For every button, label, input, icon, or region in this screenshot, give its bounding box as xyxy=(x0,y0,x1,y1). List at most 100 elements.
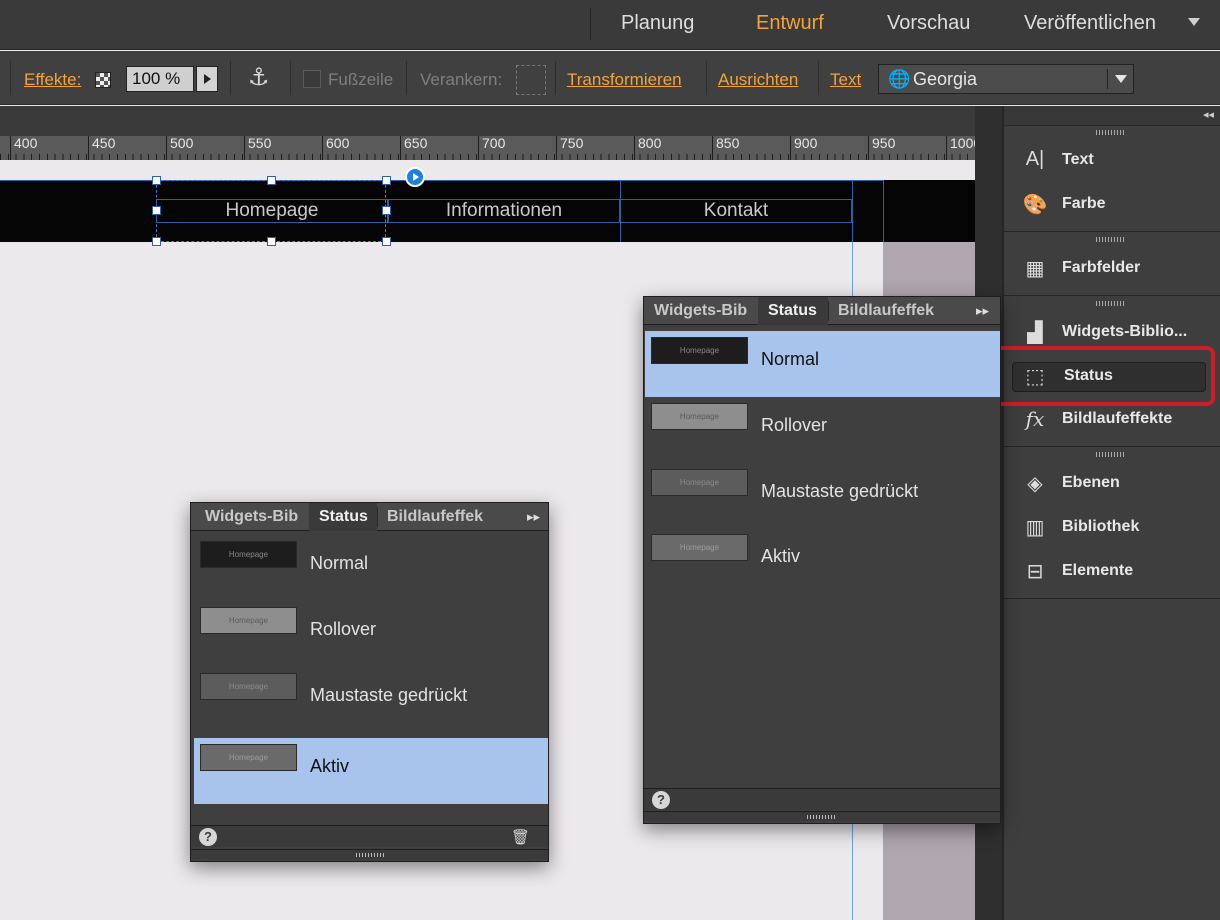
dock-item-ebenen[interactable]: ◈ Ebenen xyxy=(1018,469,1214,499)
ruler-tick-label: 700 xyxy=(478,136,505,160)
resize-handle[interactable] xyxy=(382,176,391,185)
state-row-maustaste[interactable]: Homepage Maustaste gedrückt xyxy=(194,667,550,733)
text-link[interactable]: Text xyxy=(830,70,861,90)
status-highlight-annotation xyxy=(980,346,1215,406)
dock-item-bibliothek[interactable]: ▥ Bibliothek xyxy=(1018,513,1214,543)
anchor-grid-icon[interactable] xyxy=(516,65,546,95)
transformieren-link[interactable]: Transformieren xyxy=(567,70,682,90)
state-row-aktiv[interactable]: Homepage Aktiv xyxy=(194,738,548,804)
state-row-aktiv[interactable]: Homepage Aktiv xyxy=(645,528,1000,594)
ruler-tick-label: 550 xyxy=(244,136,271,160)
mode-vorschau[interactable]: Vorschau xyxy=(887,12,970,35)
state-label: Rollover xyxy=(761,415,828,435)
layers-icon: ◈ xyxy=(1027,473,1043,495)
mode-entwurf[interactable]: Entwurf xyxy=(756,12,824,35)
dock-item-label: Text xyxy=(1062,151,1094,168)
dock-group-grip[interactable] xyxy=(1096,130,1126,135)
help-icon[interactable]: ? xyxy=(199,828,217,846)
anchor-icon[interactable]: ⚓ xyxy=(248,63,270,92)
dock-item-text[interactable]: A| Text xyxy=(1018,146,1214,176)
state-row-rollover[interactable]: Homepage Rollover xyxy=(645,397,1000,463)
panel-footer: ? xyxy=(644,788,1000,810)
mode-veroeffentlichen[interactable]: Veröffentlichen xyxy=(1024,12,1156,35)
toolbar-separator xyxy=(406,61,407,95)
widget-options-icon[interactable] xyxy=(405,167,425,187)
dock-separator xyxy=(1004,598,1220,599)
state-row-normal[interactable]: Homepage Normal xyxy=(194,535,550,601)
palette-icon: 🎨 xyxy=(1022,194,1048,216)
ausrichten-link[interactable]: Ausrichten xyxy=(718,70,798,90)
state-row-rollover[interactable]: Homepage Rollover xyxy=(194,601,550,667)
effekte-link[interactable]: Effekte: xyxy=(24,70,81,90)
fusszeile-checkbox[interactable] xyxy=(303,70,321,88)
dock-item-label: Ebenen xyxy=(1062,474,1120,491)
tab-bildlaufeffekte[interactable]: Bildlaufeffek xyxy=(377,503,489,531)
library-icon: ▥ xyxy=(1025,517,1045,539)
state-label: Normal xyxy=(761,349,820,369)
resize-handle[interactable] xyxy=(382,237,391,246)
dock-item-farbfelder[interactable]: ▦ Farbfelder xyxy=(1018,254,1214,284)
mode-bar-separator xyxy=(590,8,591,40)
collapse-icon[interactable]: ◂◂ xyxy=(1203,108,1214,121)
panel-menu-icon[interactable]: ▸▸ xyxy=(527,509,540,525)
nav-item-kontakt[interactable]: Kontakt xyxy=(620,199,852,223)
dock-item-label: Farbe xyxy=(1062,195,1106,212)
resize-handle[interactable] xyxy=(152,176,161,185)
resize-handle[interactable] xyxy=(382,206,391,215)
opacity-icon xyxy=(95,72,111,88)
dock-group-grip[interactable] xyxy=(1096,452,1126,457)
ruler-tick-label: 950 xyxy=(868,136,895,160)
ruler-tick-label: 900 xyxy=(790,136,817,160)
fusszeile-label: Fußzeile xyxy=(328,70,394,89)
mode-bar: Planung Entwurf Vorschau Veröffentlichen xyxy=(0,0,1220,50)
panel-resize-grip[interactable] xyxy=(644,811,1000,821)
dock-item-label: Elemente xyxy=(1062,562,1134,579)
help-icon[interactable]: ? xyxy=(652,791,670,809)
dock-group-grip[interactable] xyxy=(1096,301,1126,306)
mode-dropdown-icon[interactable] xyxy=(1188,18,1200,26)
dock-item-farbe[interactable]: 🎨 Farbe xyxy=(1018,190,1214,220)
verankern-label: Verankern: xyxy=(420,70,503,89)
chevron-down-icon[interactable] xyxy=(1115,75,1127,83)
nav-item-homepage[interactable]: Homepage xyxy=(156,199,388,223)
status-panel-small: Widgets-Bib Status Bildlaufeffek ▸▸ Home… xyxy=(190,502,549,862)
dock-group-grip[interactable] xyxy=(1096,237,1126,242)
resize-handle[interactable] xyxy=(267,176,276,185)
toolbar-separator xyxy=(706,61,707,95)
dock-header: ◂◂ xyxy=(1004,106,1220,126)
mode-planung[interactable]: Planung xyxy=(621,12,694,35)
dock-item-widgets-bibliothek[interactable]: ▟ Widgets-Biblio... xyxy=(1018,318,1214,348)
toolbar-separator xyxy=(555,61,556,95)
guide-line xyxy=(852,180,853,242)
state-label: Rollover xyxy=(310,619,377,639)
tab-status[interactable]: Status xyxy=(309,503,377,531)
right-panel-dock: ◂◂ A| Text 🎨 Farbe ▦ Farbfelder ▟ Widget… xyxy=(1002,106,1220,920)
opacity-arrow-button[interactable] xyxy=(196,66,218,92)
tab-status[interactable]: Status xyxy=(758,297,828,325)
resize-handle[interactable] xyxy=(267,237,276,246)
trash-icon[interactable]: 🗑 xyxy=(511,828,530,846)
dock-item-elemente[interactable]: ⊟ Elemente xyxy=(1018,557,1214,587)
tab-widgets-bibliothek[interactable]: Widgets-Bib xyxy=(195,503,309,531)
state-thumbnail: Homepage xyxy=(200,541,297,568)
panel-menu-icon[interactable]: ▸▸ xyxy=(976,303,989,319)
guide-line xyxy=(883,180,884,242)
toolbar-separator xyxy=(290,61,291,95)
state-row-normal[interactable]: Homepage Normal xyxy=(645,331,1000,397)
font-family-select[interactable]: 🌐 Georgia xyxy=(878,64,1134,94)
state-label: Normal xyxy=(310,553,369,573)
dock-item-label: Farbfelder xyxy=(1062,259,1141,276)
dock-item-bildlaufeffekte[interactable]: fx Bildlaufeffekte xyxy=(1018,405,1214,435)
tab-bildlaufeffekte[interactable]: Bildlaufeffek xyxy=(828,297,940,325)
resize-handle[interactable] xyxy=(152,237,161,246)
panel-tab-bar: Widgets-Bib Status Bildlaufeffek ▸▸ xyxy=(191,503,548,531)
opacity-field[interactable]: 100 % xyxy=(126,66,194,92)
control-toolbar: Effekte: 100 % ⚓ Fußzeile Verankern: Tra… xyxy=(0,51,1220,105)
state-row-maustaste[interactable]: Homepage Maustaste gedrückt xyxy=(645,463,1000,529)
nav-item-informationen[interactable]: Informationen xyxy=(388,199,620,223)
panel-resize-grip[interactable] xyxy=(191,849,548,859)
tab-widgets-bibliothek[interactable]: Widgets-Bib xyxy=(644,297,758,325)
resize-handle[interactable] xyxy=(152,206,161,215)
state-thumbnail: Homepage xyxy=(200,744,297,771)
globe-icon: 🌐 xyxy=(888,69,911,89)
